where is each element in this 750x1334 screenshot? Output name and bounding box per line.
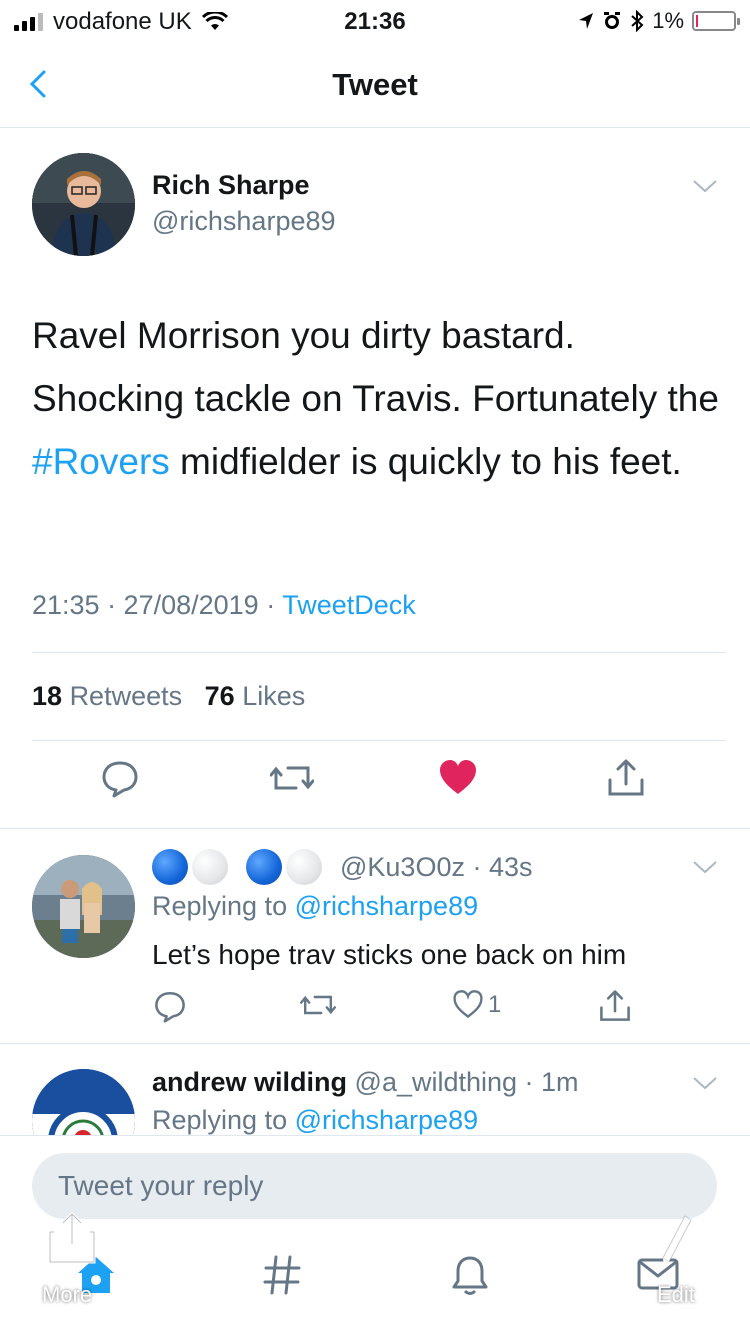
tweet-text-part1: Ravel Morrison you dirty bastard. Shocki… [32,315,719,419]
reply-icon[interactable] [153,989,187,1023]
more-overlay-button[interactable]: More [42,1210,98,1307]
tweet-meta: 21:35 · 27/08/2019 · TweetDeck [32,590,416,621]
avatar[interactable] [32,855,135,958]
nav-bar: Tweet [0,40,750,128]
likes-count: 76 [204,681,235,711]
edit-label: Edit [657,1282,695,1307]
likes-stat[interactable]: 76 Likes [205,681,306,711]
mention-link[interactable]: @richsharpe89 [295,891,479,921]
more-label: More [42,1282,93,1307]
mention-link[interactable]: @richsharpe89 [295,1105,479,1135]
like-icon-filled[interactable] [438,758,478,796]
reply-text: Let’s hope trav sticks one back on him [152,939,627,970]
reply-handle-time[interactable]: @Ku3O0z · 43s [340,852,533,883]
reply-header: @Ku3O0z · 43s [152,849,533,885]
battery-percent: 1% [652,8,684,33]
avatar[interactable] [32,153,135,256]
tweet-source-link[interactable]: TweetDeck [282,590,416,620]
avatar-image [32,153,135,256]
divider [32,652,726,653]
retweets-stat[interactable]: 18 Retweets [32,681,182,711]
retweet-icon[interactable] [300,989,336,1021]
tab-bar [0,1225,750,1334]
replying-prefix: Replying to [152,1105,295,1135]
share-icon[interactable] [606,758,646,798]
avatar[interactable] [32,1069,135,1135]
likes-label: Likes [242,681,306,711]
status-right: 1% [578,8,740,34]
reply-header: andrew wilding @a_wildthing · 1m [152,1067,579,1098]
notifications-bell-icon[interactable] [450,1253,490,1297]
retweets-count: 18 [32,681,63,711]
avatar-image [32,1069,135,1135]
reply-input[interactable] [32,1153,717,1219]
pencil-icon [662,1215,692,1268]
alarm-icon [604,12,621,29]
blue-circle-emoji [152,849,188,885]
chevron-down-icon[interactable] [692,1075,718,1091]
replying-to: Replying to @richsharpe89 [152,891,478,922]
status-bar: vodafone UK 21:36 1% [0,0,750,40]
bluetooth-icon [631,10,644,32]
retweet-icon[interactable] [270,758,314,798]
tweet-text: Ravel Morrison you dirty bastard. Shocki… [32,304,722,493]
reply-tweet[interactable]: @Ku3O0z · 43s Replying to @richsharpe89 … [0,829,750,1044]
reply-author-name[interactable]: andrew wilding [152,1067,347,1097]
chevron-down-icon[interactable] [692,178,718,194]
reply-handle-time[interactable]: @a_wildthing · 1m [355,1067,579,1097]
edit-overlay-button[interactable]: Edit [655,1212,695,1307]
reply-composer [0,1135,750,1225]
reply-tweet[interactable]: andrew wilding @a_wildthing · 1m Replyin… [0,1045,750,1135]
hashtag-link[interactable]: #Rovers [32,441,170,482]
replying-prefix: Replying to [152,891,295,921]
tweet-stats: 18 Retweets 76 Likes [32,681,305,712]
tweet-text-part2: midfielder is quickly to his feet. [169,441,682,482]
avatar-image [32,855,135,958]
tweet-timestamp: 21:35 · 27/08/2019 · [32,590,283,620]
white-circle-emoji [192,849,228,885]
reply-actions: 1 [0,989,750,1029]
location-icon [579,13,594,29]
blue-circle-emoji [246,849,282,885]
share-icon[interactable] [598,989,632,1023]
author-handle[interactable]: @richsharpe89 [152,206,336,237]
hashtag-icon[interactable] [262,1253,302,1297]
battery-icon [692,11,740,31]
divider [32,740,726,741]
white-circle-emoji [286,849,322,885]
retweets-label: Retweets [69,681,183,711]
reply-like-count: 1 [488,991,502,1018]
replying-to: Replying to @richsharpe89 [152,1105,478,1135]
tweet-actions [0,758,750,818]
heart-icon[interactable] [452,989,484,1019]
author-name[interactable]: Rich Sharpe [152,170,310,201]
share-overlay-icon [48,1211,96,1264]
page-title: Tweet [332,67,418,102]
reply-icon[interactable] [100,758,140,798]
chevron-down-icon[interactable] [692,859,718,875]
